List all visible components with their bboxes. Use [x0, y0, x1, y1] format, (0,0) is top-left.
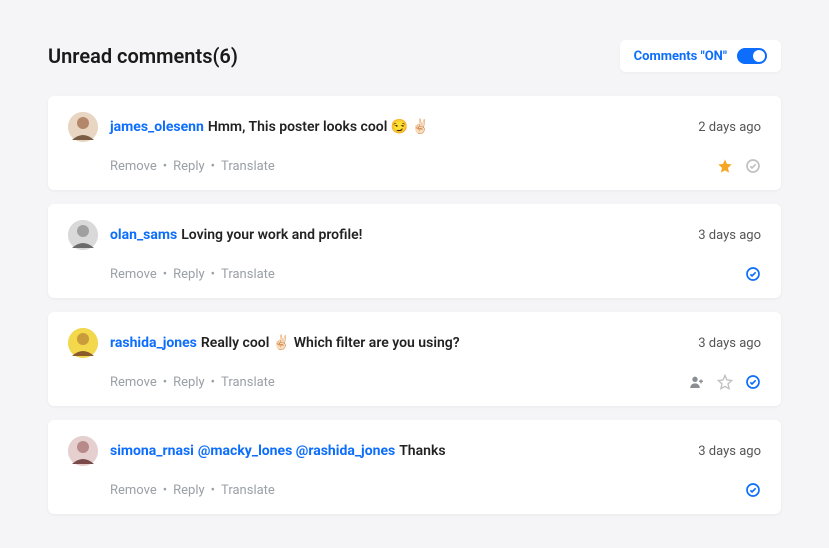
username-link[interactable]: james_olesenn: [110, 119, 204, 135]
comment-card: james_olesenn Hmm, This poster looks coo…: [48, 96, 781, 190]
comment-body: james_olesenn Hmm, This poster looks coo…: [110, 119, 686, 135]
page-title: Unread comments(6): [48, 44, 238, 68]
user-plus-icon[interactable]: [689, 374, 705, 390]
action-links: Remove • Reply • Translate: [110, 483, 275, 498]
comment-card: olan_sams Loving your work and profile! …: [48, 204, 781, 298]
translate-link[interactable]: Translate: [221, 483, 275, 498]
toggle-knob: [753, 50, 765, 62]
username-link[interactable]: olan_sams: [110, 227, 177, 243]
timestamp: 3 days ago: [698, 336, 761, 351]
action-links: Remove • Reply • Translate: [110, 375, 275, 390]
username-link[interactable]: rashida_jones: [110, 335, 197, 351]
check-circle-icon[interactable]: [745, 482, 761, 498]
comment-card: rashida_jones Really cool ✌🏻 Which filte…: [48, 312, 781, 406]
check-circle-icon[interactable]: [745, 266, 761, 282]
avatar[interactable]: [68, 436, 98, 466]
separator: •: [211, 483, 215, 498]
timestamp: 3 days ago: [698, 444, 761, 459]
star-outline-icon[interactable]: [717, 374, 733, 390]
reply-link[interactable]: Reply: [173, 375, 205, 390]
translate-link[interactable]: Translate: [221, 375, 275, 390]
avatar[interactable]: [68, 112, 98, 142]
comment-text: Thanks: [399, 443, 445, 459]
avatar[interactable]: [68, 220, 98, 250]
remove-link[interactable]: Remove: [110, 483, 157, 498]
separator: •: [163, 375, 167, 390]
timestamp: 2 days ago: [698, 120, 761, 135]
separator: •: [163, 267, 167, 282]
separator: •: [211, 375, 215, 390]
reply-link[interactable]: Reply: [173, 159, 205, 174]
action-links: Remove • Reply • Translate: [110, 159, 275, 174]
separator: •: [163, 159, 167, 174]
check-circle-icon[interactable]: [745, 158, 761, 174]
comments-toggle-card: Comments "ON": [620, 40, 781, 72]
timestamp: 3 days ago: [698, 228, 761, 243]
comment-body: rashida_jones Really cool ✌🏻 Which filte…: [110, 335, 686, 351]
comment-card: simona_rnasi @macky_lones @rashida_jones…: [48, 420, 781, 514]
comment-body: olan_sams Loving your work and profile!: [110, 227, 686, 243]
comment-text: Hmm, This poster looks cool 😏 ✌🏻: [208, 119, 429, 135]
remove-link[interactable]: Remove: [110, 159, 157, 174]
username-link[interactable]: simona_rnasi: [110, 443, 194, 459]
comment-body: simona_rnasi @macky_lones @rashida_jones…: [110, 443, 686, 459]
reply-link[interactable]: Reply: [173, 483, 205, 498]
translate-link[interactable]: Translate: [221, 267, 275, 282]
separator: •: [163, 483, 167, 498]
star-filled-icon[interactable]: [717, 158, 733, 174]
reply-link[interactable]: Reply: [173, 267, 205, 282]
check-circle-icon[interactable]: [745, 374, 761, 390]
separator: •: [211, 267, 215, 282]
avatar[interactable]: [68, 328, 98, 358]
translate-link[interactable]: Translate: [221, 159, 275, 174]
remove-link[interactable]: Remove: [110, 375, 157, 390]
comments-toggle-label: Comments "ON": [634, 49, 727, 64]
remove-link[interactable]: Remove: [110, 267, 157, 282]
action-links: Remove • Reply • Translate: [110, 267, 275, 282]
separator: •: [211, 159, 215, 174]
comment-text: Really cool ✌🏻 Which filter are you usin…: [201, 335, 460, 351]
comment-text: Loving your work and profile!: [181, 227, 362, 243]
mention-link[interactable]: @macky_lones @rashida_jones: [198, 443, 395, 459]
comments-toggle[interactable]: [737, 48, 767, 64]
